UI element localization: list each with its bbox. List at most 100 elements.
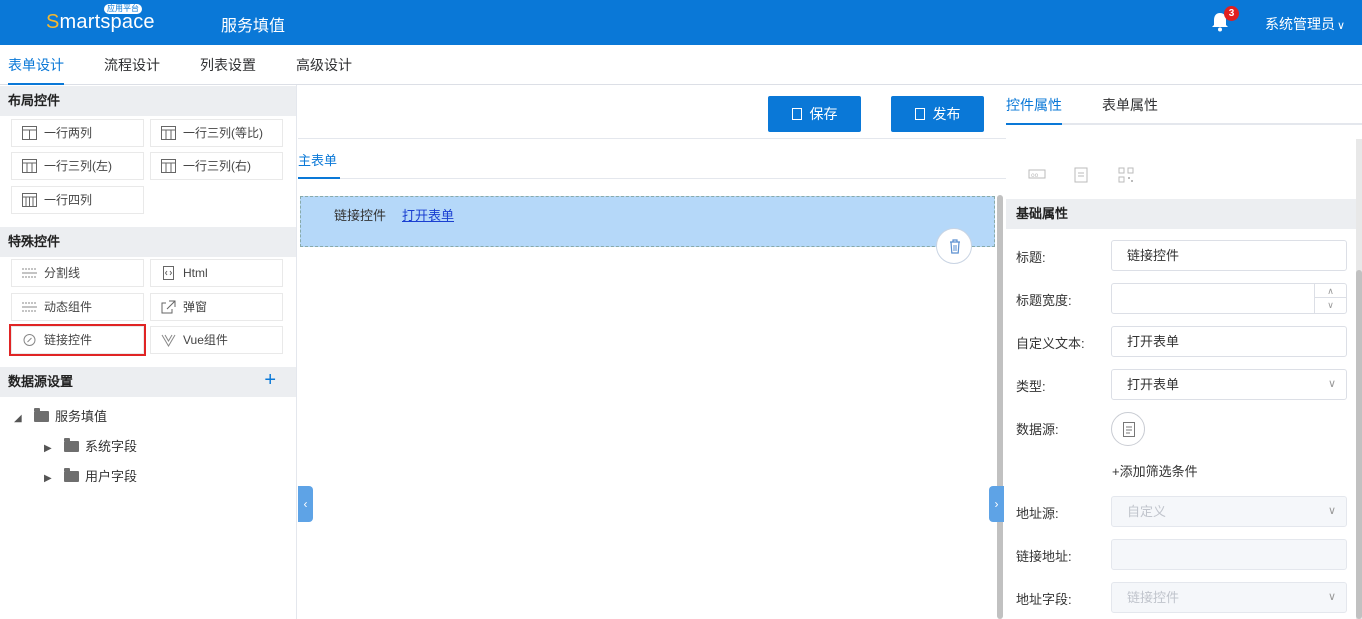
qrcode-icon[interactable] — [1118, 167, 1134, 183]
link-icon — [23, 334, 36, 346]
chevron-right-icon: › — [994, 497, 999, 511]
tree-node-root[interactable]: ◢ 服务填值 — [14, 407, 107, 427]
type-select[interactable]: 打开表单 ∨ — [1111, 369, 1347, 400]
open-form-link[interactable]: 打开表单 — [402, 205, 454, 224]
title-width-label: 标题宽度: — [1016, 293, 1072, 308]
design-canvas-area: 保存 发布 主表单 链接控件 打开表单 ‹ › — [298, 85, 1006, 619]
control-label: 弹窗 — [183, 300, 208, 314]
code-file-icon — [163, 266, 174, 280]
chevron-down-icon: ∨ — [1337, 20, 1346, 32]
svg-text:oo: oo — [1031, 172, 1039, 179]
control-html[interactable]: Html — [150, 259, 283, 287]
canvas-scrollbar[interactable] — [997, 195, 1003, 619]
control-popup[interactable]: 弹窗 — [150, 293, 283, 321]
chevron-up-icon[interactable]: ∧ — [1315, 284, 1346, 298]
address-field-label: 地址字段: — [1016, 592, 1072, 607]
add-datasource-button[interactable]: + — [264, 369, 276, 392]
datasource-button[interactable] — [1111, 412, 1145, 446]
document-icon — [791, 108, 802, 120]
control-three-columns-left[interactable]: 一行三列(左) — [11, 152, 144, 180]
logo[interactable]: Smartspace — [46, 11, 155, 34]
subtab-divider — [298, 178, 1006, 179]
save-button[interactable]: 保存 — [768, 96, 861, 132]
selected-form-row[interactable]: 链接控件 打开表单 — [300, 196, 995, 247]
control-label: Html — [183, 266, 208, 280]
add-filter-button[interactable]: +添加筛选条件 — [1112, 461, 1198, 480]
document-icon — [1123, 422, 1135, 437]
folder-icon — [34, 408, 49, 422]
title-field[interactable]: 链接控件 — [1111, 240, 1347, 271]
tree-node-label: 服务填值 — [55, 409, 108, 424]
user-menu[interactable]: 系统管理员 ∨ — [1265, 14, 1345, 34]
tree-node-label: 用户字段 — [85, 469, 138, 484]
publish-button[interactable]: 发布 — [891, 96, 984, 132]
input-box-icon[interactable]: oo — [1028, 167, 1046, 181]
divider-icon — [22, 268, 37, 278]
tab-form-design[interactable]: 表单设计 — [8, 45, 64, 85]
control-label: Vue组件 — [183, 333, 228, 347]
collapse-left-button[interactable]: ‹ — [298, 486, 313, 522]
delete-row-button[interactable] — [936, 228, 972, 264]
document-icon[interactable] — [1074, 167, 1088, 183]
tab-form-properties[interactable]: 表单属性 — [1102, 95, 1158, 115]
chevron-down-icon: ∨ — [1327, 591, 1336, 603]
control-vue-component[interactable]: Vue组件 — [150, 326, 283, 354]
folder-icon — [64, 468, 79, 482]
custom-text-label: 自定义文本: — [1016, 336, 1085, 351]
address-source-value: 自定义 — [1127, 504, 1167, 519]
control-link[interactable]: 链接控件 — [9, 324, 146, 356]
control-two-columns[interactable]: 一行两列 — [11, 119, 144, 147]
columns-icon — [161, 159, 176, 173]
chevron-down-icon: ∨ — [1327, 378, 1336, 390]
tree-node-system-fields[interactable]: ▶ 系统字段 — [44, 437, 137, 457]
type-label: 类型: — [1016, 379, 1046, 394]
external-link-icon — [161, 300, 176, 314]
page-title: 服务填值 — [221, 18, 286, 35]
tab-control-properties[interactable]: 控件属性 — [1006, 95, 1062, 115]
tab-advanced-design[interactable]: 高级设计 — [296, 45, 352, 85]
properties-tabs: 控件属性 表单属性 — [1006, 85, 1362, 125]
address-source-label: 地址源: — [1016, 506, 1059, 521]
control-divider[interactable]: 分割线 — [11, 259, 144, 287]
chevron-down-icon: ∨ — [1327, 505, 1336, 517]
basic-properties-header: 基础属性 — [1006, 199, 1356, 229]
control-label: 分割线 — [44, 266, 81, 280]
control-three-columns-equal[interactable]: 一行三列(等比) — [150, 119, 283, 147]
datasource-header: 数据源设置 — [0, 367, 296, 397]
save-label: 保存 — [809, 106, 838, 122]
canvas-toolbar: 保存 发布 — [298, 85, 1006, 139]
columns-icon — [22, 193, 37, 207]
trash-icon — [950, 239, 960, 254]
publish-label: 发布 — [932, 106, 961, 122]
collapse-right-button[interactable]: › — [989, 486, 1004, 522]
control-four-columns[interactable]: 一行四列 — [11, 186, 144, 214]
user-name: 系统管理员 — [1265, 16, 1335, 32]
tree-node-label: 系统字段 — [85, 439, 138, 454]
link-address-field — [1111, 539, 1347, 570]
title-width-stepper[interactable]: ∧ ∨ — [1111, 283, 1347, 314]
design-tabs: 表单设计 流程设计 列表设置 高级设计 — [0, 45, 1362, 85]
notification-badge: 3 — [1224, 6, 1239, 21]
row-label: 链接控件 — [334, 208, 387, 223]
link-address-label: 链接地址: — [1016, 549, 1072, 564]
control-label: 一行三列(等比) — [183, 126, 263, 140]
vue-icon — [161, 334, 176, 347]
tree-node-user-fields[interactable]: ▶ 用户字段 — [44, 467, 137, 487]
properties-panel: 控件属性 表单属性 oo 基础属性 标题: 链接控件 标题宽度: ∧ ∨ 自定义文… — [1006, 85, 1362, 619]
stepper-controls[interactable]: ∧ ∨ — [1314, 284, 1346, 313]
control-label: 链接控件 — [44, 333, 93, 347]
custom-text-field[interactable]: 打开表单 — [1111, 326, 1347, 357]
caret-right-icon: ▶ — [44, 473, 52, 484]
columns-icon — [22, 159, 37, 173]
tab-active-indicator — [1006, 123, 1062, 125]
tab-list-settings[interactable]: 列表设置 — [200, 45, 256, 85]
left-panel: 布局控件 一行两列 一行三列(等比) 一行三列(左) 一行三列(右) 一行四列 … — [0, 85, 297, 619]
document-icon — [914, 108, 925, 120]
top-bar: Smartspace 应用平台 服务填值 3 系统管理员 ∨ — [0, 0, 1362, 45]
tab-flow-design[interactable]: 流程设计 — [104, 45, 160, 85]
control-label: 一行三列(左) — [44, 159, 112, 173]
control-dynamic-component[interactable]: 动态组件 — [11, 293, 144, 321]
control-three-columns-right[interactable]: 一行三列(右) — [150, 152, 283, 180]
chevron-down-icon[interactable]: ∨ — [1315, 298, 1346, 312]
properties-scrollbar[interactable] — [1356, 270, 1362, 619]
